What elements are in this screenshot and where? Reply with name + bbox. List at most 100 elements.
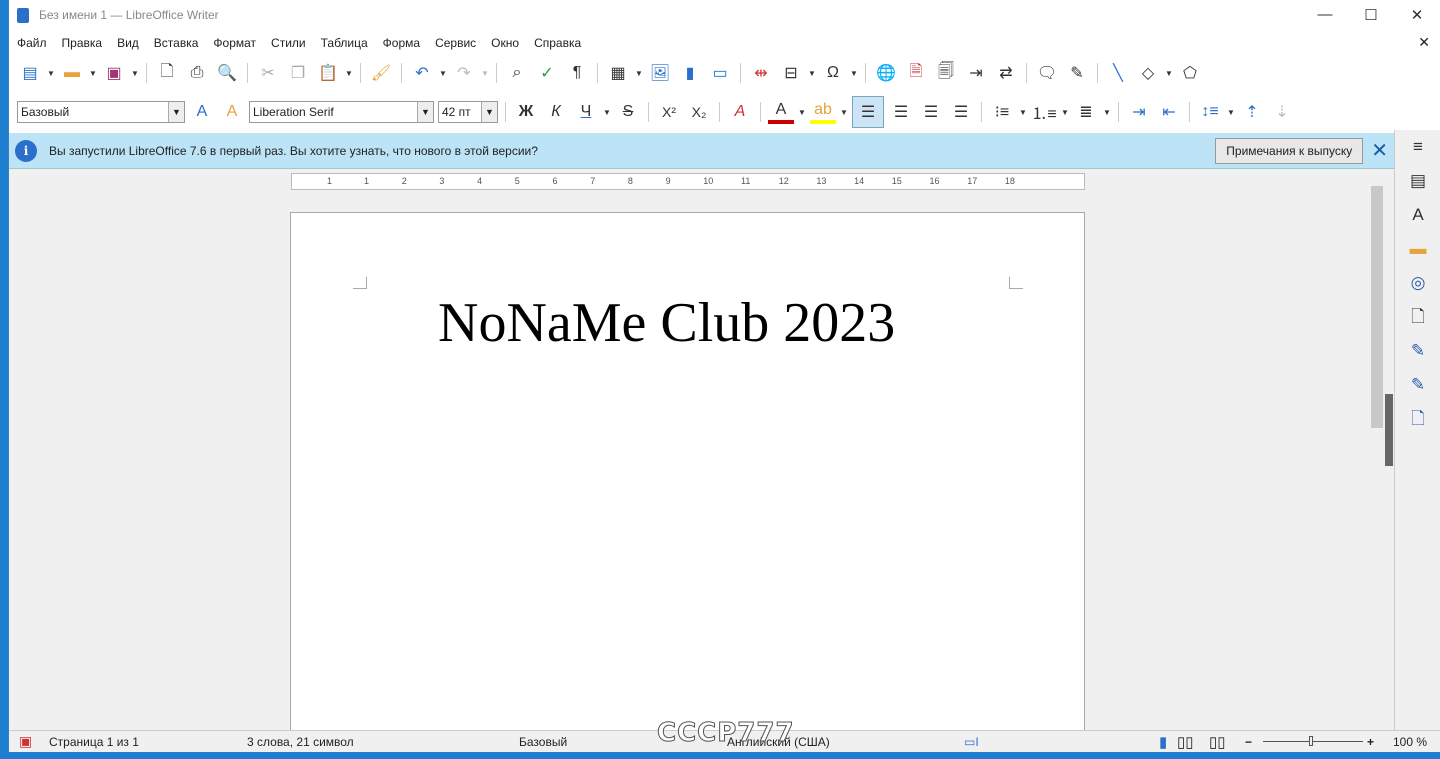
close-button[interactable]: ✕ [1394, 6, 1440, 24]
minimize-button[interactable]: — [1302, 6, 1348, 24]
dropdown-arrow-icon[interactable]: ▼ [481, 69, 489, 78]
decrease-indent-icon[interactable]: ⇤ [1156, 100, 1182, 124]
clone-formatting-icon[interactable]: 🖌 [368, 61, 394, 85]
page-count[interactable]: Страница 1 из 1 [49, 735, 139, 749]
word-count[interactable]: 3 слова, 21 символ [247, 735, 354, 749]
menu-table[interactable]: Таблица [321, 36, 368, 50]
increase-paragraph-spacing-icon[interactable]: ⇡ [1239, 100, 1265, 124]
dropdown-arrow-icon[interactable]: ▼ [1165, 69, 1173, 78]
line-spacing-icon[interactable]: ↕≡ [1197, 100, 1223, 124]
paste-icon[interactable]: 📋 [315, 61, 341, 85]
menu-styles[interactable]: Стили [271, 36, 306, 50]
vertical-scrollbar[interactable] [1369, 170, 1385, 730]
clear-formatting-icon[interactable]: A [727, 100, 753, 124]
subscript-button[interactable]: X₂ [686, 100, 712, 124]
zoom-slider-thumb[interactable] [1309, 736, 1313, 746]
font-size-select[interactable]: 42 пт ▼ [438, 101, 498, 123]
insert-mode-icon[interactable]: ▭I [964, 735, 979, 749]
cross-reference-icon[interactable]: ⇄ [993, 61, 1019, 85]
export-pdf-icon[interactable]: 🗋 [154, 61, 180, 85]
dropdown-arrow-icon[interactable]: ▼ [47, 69, 55, 78]
align-right-icon[interactable]: ☰ [918, 100, 944, 124]
page-style[interactable]: Базовый [519, 735, 567, 749]
track-changes-icon[interactable]: ✎ [1064, 61, 1090, 85]
dropdown-arrow-icon[interactable]: ▼ [1061, 108, 1069, 117]
menu-edit[interactable]: Правка [62, 36, 103, 50]
insert-textbox-icon[interactable]: ▭ [707, 61, 733, 85]
menu-form[interactable]: Форма [383, 36, 420, 50]
numbered-list-icon[interactable]: ⒈≡ [1031, 100, 1057, 124]
document-text[interactable]: NoNaMe Club 2023 [438, 291, 895, 355]
endnote-icon[interactable]: 🗐 [933, 61, 959, 85]
print-preview-icon[interactable]: 🔍 [214, 61, 240, 85]
menu-window[interactable]: Окно [491, 36, 519, 50]
undo-icon[interactable]: ↶ [409, 61, 435, 85]
basic-shapes-icon[interactable]: ◇ [1135, 61, 1161, 85]
chevron-down-icon[interactable]: ▼ [417, 102, 433, 122]
page-break-icon[interactable]: ⇹ [748, 61, 774, 85]
design-icon[interactable]: 🗋 [1395, 402, 1440, 436]
insert-image-icon[interactable]: 🖼 [647, 61, 673, 85]
highlight-color-icon[interactable]: ab [810, 100, 836, 124]
menu-tools[interactable]: Сервис [435, 36, 476, 50]
new-style-icon[interactable]: A [219, 100, 245, 124]
page-icon[interactable]: 🗋 [1395, 300, 1440, 334]
italic-button[interactable]: К [543, 100, 569, 124]
save-status-icon[interactable]: ▣ [19, 733, 32, 750]
maximize-button[interactable]: ☐ [1348, 6, 1394, 24]
manage-changes-icon[interactable]: ✎ [1395, 368, 1440, 402]
multi-page-view-icon[interactable]: ▯▯ [1177, 733, 1194, 751]
superscript-button[interactable]: X² [656, 100, 682, 124]
bold-button[interactable]: Ж [513, 100, 539, 124]
menu-file[interactable]: Файл [17, 36, 47, 50]
font-color-icon[interactable]: A [768, 100, 794, 124]
dropdown-arrow-icon[interactable]: ▼ [345, 69, 353, 78]
bookmark-icon[interactable]: ⇥ [963, 61, 989, 85]
release-notes-button[interactable]: Примечания к выпуску [1215, 137, 1364, 164]
spelling-icon[interactable]: ✓ [534, 61, 560, 85]
increase-indent-icon[interactable]: ⇥ [1126, 100, 1152, 124]
save-icon[interactable]: ▣ [101, 61, 127, 85]
dropdown-arrow-icon[interactable]: ▼ [1227, 108, 1235, 117]
insert-field-icon[interactable]: ⊟ [778, 61, 804, 85]
font-name-select[interactable]: Liberation Serif ▼ [249, 101, 434, 123]
zoom-slider[interactable] [1263, 736, 1363, 746]
dropdown-arrow-icon[interactable]: ▼ [439, 69, 447, 78]
dropdown-arrow-icon[interactable]: ▼ [808, 69, 816, 78]
update-style-icon[interactable]: A [189, 100, 215, 124]
footnote-icon[interactable]: 🗎 [903, 61, 929, 85]
copy-icon[interactable]: ❐ [285, 61, 311, 85]
menu-view[interactable]: Вид [117, 36, 139, 50]
menu-help[interactable]: Справка [534, 36, 581, 50]
zoom-level[interactable]: 100 % [1393, 735, 1427, 749]
hyperlink-icon[interactable]: 🌐 [873, 61, 899, 85]
justify-icon[interactable]: ☰ [948, 100, 974, 124]
styles-icon[interactable]: A [1395, 198, 1440, 232]
menu-format[interactable]: Формат [213, 36, 256, 50]
dropdown-arrow-icon[interactable]: ▼ [635, 69, 643, 78]
chevron-down-icon[interactable]: ▼ [168, 102, 184, 122]
open-folder-icon[interactable]: ▬ [59, 61, 85, 85]
document-page[interactable]: NoNaMe Club 2023 [290, 212, 1085, 742]
zoom-in-button[interactable]: + [1367, 735, 1374, 749]
outline-list-icon[interactable]: ≣ [1073, 100, 1099, 124]
redo-icon[interactable]: ↷ [451, 61, 477, 85]
insert-table-icon[interactable]: ▦ [605, 61, 631, 85]
print-icon[interactable]: ⎙ [184, 61, 210, 85]
sidebar-menu-icon[interactable]: ≡ [1395, 130, 1440, 164]
strikethrough-button[interactable]: S [615, 100, 641, 124]
dropdown-arrow-icon[interactable]: ▼ [850, 69, 858, 78]
horizontal-ruler[interactable]: 1 1 2 3 4 5 6 7 8 9 10 11 12 13 14 15 16 17 18 [291, 173, 1085, 190]
dropdown-arrow-icon[interactable]: ▼ [798, 108, 806, 117]
dropdown-arrow-icon[interactable]: ▼ [1103, 108, 1111, 117]
underline-button[interactable]: Ч [573, 100, 599, 124]
dropdown-arrow-icon[interactable]: ▼ [1019, 108, 1027, 117]
dropdown-arrow-icon[interactable]: ▼ [603, 108, 611, 117]
close-infobar-button[interactable]: ✕ [1371, 138, 1388, 163]
bullet-list-icon[interactable]: ⁝≡ [989, 100, 1015, 124]
formatting-marks-icon[interactable]: ¶ [564, 61, 590, 85]
properties-icon[interactable]: ▤ [1395, 164, 1440, 198]
sidebar-collapse-handle[interactable] [1385, 394, 1393, 466]
decrease-paragraph-spacing-icon[interactable]: ⇣ [1269, 100, 1295, 124]
draw-functions-icon[interactable]: ⬠ [1177, 61, 1203, 85]
